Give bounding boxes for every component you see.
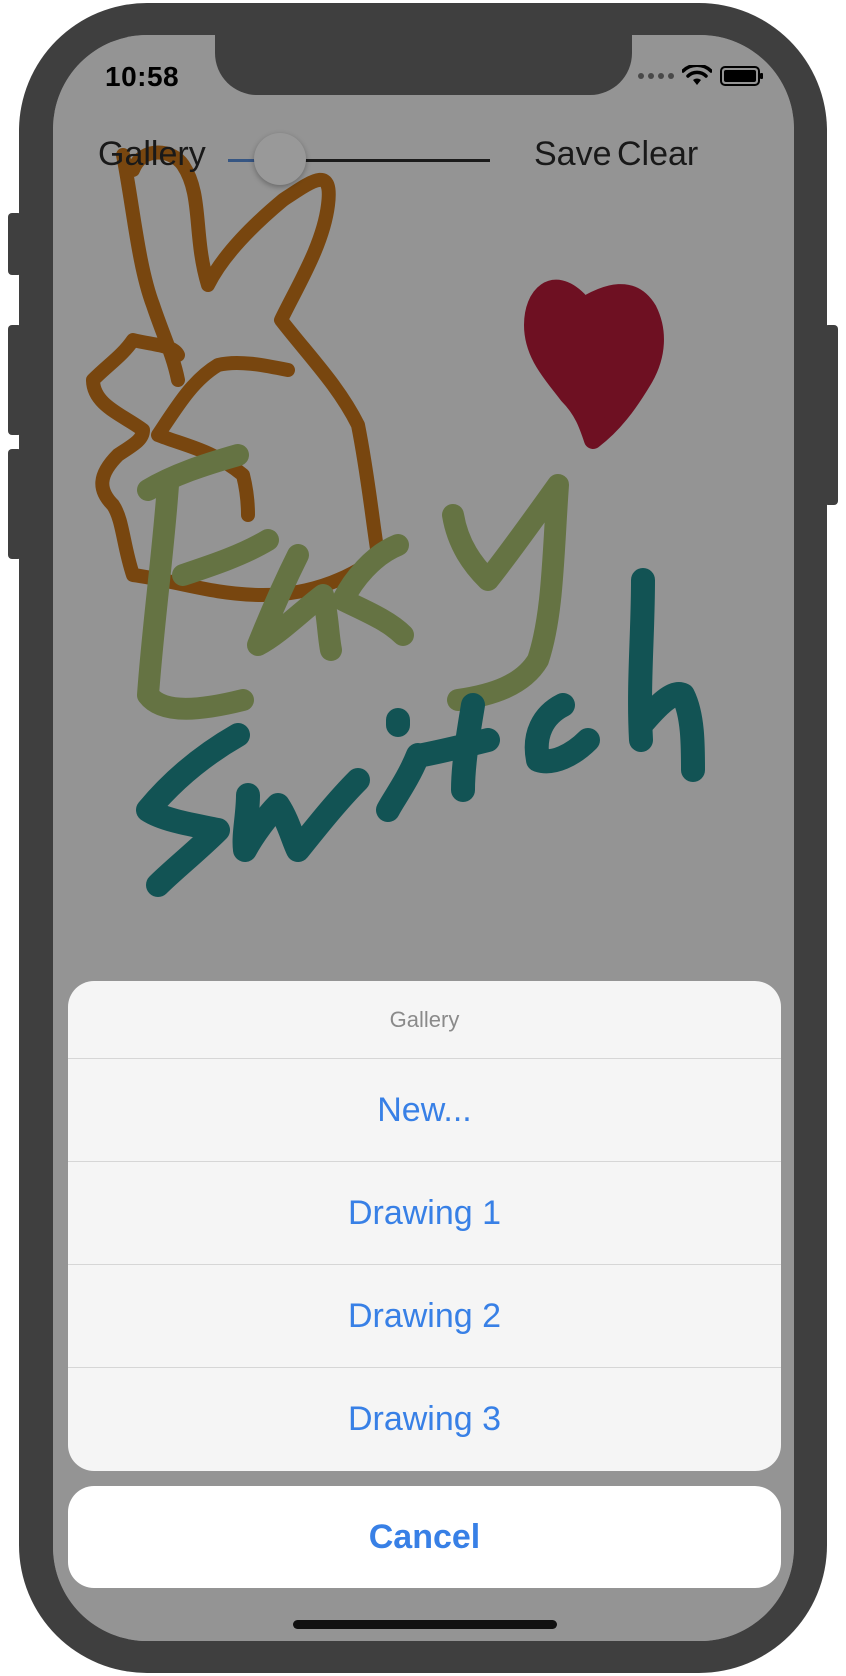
device-mockup: 10:58 Gallery Save Clear Gallery New... … (0, 0, 846, 1676)
cancel-button[interactable]: Cancel (68, 1486, 781, 1588)
action-drawing-1[interactable]: Drawing 1 (68, 1162, 781, 1265)
action-drawing-3[interactable]: Drawing 3 (68, 1368, 781, 1471)
device-notch (215, 35, 632, 95)
app-screen: 10:58 Gallery Save Clear Gallery New... … (53, 35, 794, 1641)
action-new-drawing[interactable]: New... (68, 1059, 781, 1162)
gallery-action-sheet: Gallery New... Drawing 1 Drawing 2 Drawi… (68, 981, 781, 1471)
action-sheet-title: Gallery (68, 981, 781, 1059)
home-indicator[interactable] (293, 1620, 557, 1629)
action-drawing-2[interactable]: Drawing 2 (68, 1265, 781, 1368)
